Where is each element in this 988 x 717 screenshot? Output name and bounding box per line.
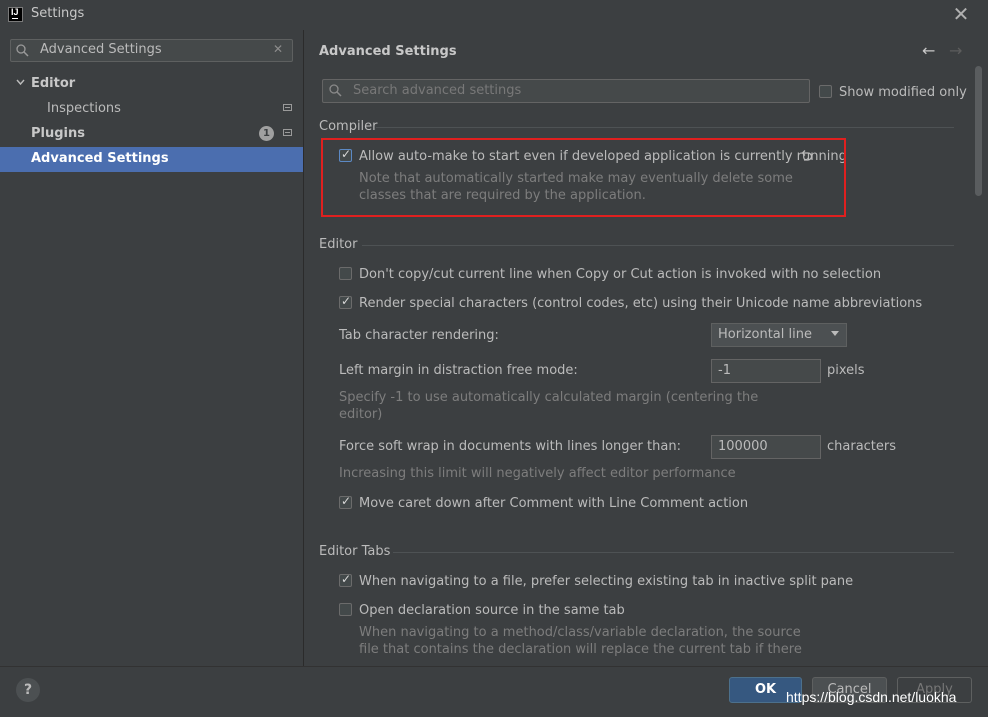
move-caret-checkbox[interactable] [339,494,352,509]
move-caret-label: Move caret down after Comment with Line … [359,496,749,511]
chevron-down-icon[interactable] [16,78,25,87]
project-scope-icon [283,104,292,111]
open-declaration-note-line1: When navigating to a method/class/variab… [359,625,801,640]
sidebar-item-editor[interactable]: Editor [31,76,75,91]
soft-wrap-input[interactable]: 100000 [711,435,821,459]
tab-rendering-label: Tab character rendering: [339,328,499,343]
left-margin-label: Left margin in distraction free mode: [339,363,578,378]
open-declaration-note-line2: file that contains the declaration will … [359,642,802,657]
settings-search-value: Advanced Settings [40,42,162,57]
soft-wrap-note: Increasing this limit will negatively af… [339,466,736,481]
section-separator [393,552,954,553]
render-special-label: Render special characters (control codes… [359,296,923,311]
tab-rendering-select[interactable]: Horizontal line [711,323,847,347]
left-margin-input[interactable]: -1 [711,359,821,383]
compiler-section-header: Compiler [319,119,378,134]
left-margin-unit: pixels [827,363,865,378]
search-icon [329,84,342,97]
csdn-watermark: https://blog.csdn.net/luokha [786,689,957,705]
open-declaration-checkbox[interactable] [339,603,352,616]
settings-content [304,30,988,666]
show-modified-label: Show modified only [839,85,967,100]
soft-wrap-label: Force soft wrap in documents with lines … [339,439,681,454]
editor-section-header: Editor [319,237,358,252]
back-arrow-icon[interactable]: ← [922,41,935,60]
open-declaration-label: Open declaration source in the same tab [359,603,625,618]
help-button[interactable]: ? [16,678,40,702]
soft-wrap-unit: characters [827,439,897,454]
page-title: Advanced Settings [319,44,457,59]
show-modified-checkbox[interactable] [819,85,832,98]
project-scope-icon [283,129,292,136]
chevron-down-icon [831,331,839,336]
intellij-app-icon [8,7,23,22]
render-special-checkbox[interactable] [339,294,352,309]
search-icon [16,44,29,57]
copy-cut-label: Don't copy/cut current line when Copy or… [359,267,882,282]
sidebar-item-inspections[interactable]: Inspections [47,101,121,116]
sidebar-item-plugins[interactable]: Plugins [31,126,85,141]
vertical-scrollbar-thumb[interactable] [975,66,982,196]
prefer-existing-tab-checkbox[interactable] [339,572,352,587]
section-separator [376,127,954,128]
sidebar-item-advanced-settings[interactable]: Advanced Settings [31,151,169,166]
editor-tabs-section-header: Editor Tabs [319,544,391,559]
left-margin-note-line2: editor) [339,407,383,422]
left-margin-note-line1: Specify -1 to use automatically calculat… [339,390,759,405]
prefer-existing-tab-label: When navigating to a file, prefer select… [359,574,854,589]
title-bar [0,0,988,30]
red-annotation-box [321,138,846,217]
copy-cut-checkbox[interactable] [339,267,352,280]
close-icon[interactable]: ✕ [950,2,972,26]
plugins-update-badge: 1 [259,126,274,141]
section-separator [362,245,954,246]
clear-search-icon[interactable]: ✕ [273,42,283,56]
forward-arrow-icon[interactable]: → [949,41,962,60]
window-title: Settings [31,6,85,21]
advanced-search-placeholder: Search advanced settings [353,83,522,98]
